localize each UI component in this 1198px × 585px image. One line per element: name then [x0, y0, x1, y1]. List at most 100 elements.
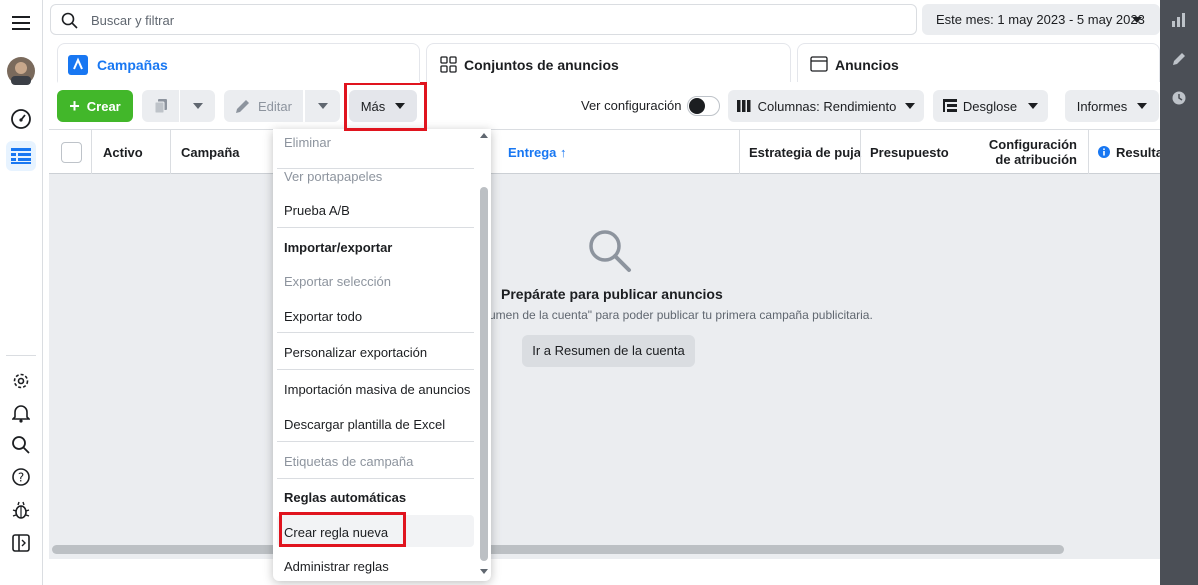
- date-range-picker[interactable]: Este mes: 1 may 2023 - 5 may 2023: [922, 4, 1160, 35]
- tab-campaigns-label: Campañas: [97, 57, 168, 73]
- dashboard-gauge-icon[interactable]: [6, 104, 36, 134]
- go-to-account-summary-button[interactable]: Ir a Resumen de la cuenta: [522, 335, 695, 367]
- toolbar: + Crear Editar Más Ver configuración Col…: [49, 82, 1160, 130]
- clock-icon[interactable]: [1169, 88, 1189, 108]
- columns-button[interactable]: Columnas: Rendimiento: [728, 90, 924, 122]
- view-config-label: Ver configuración: [581, 98, 682, 113]
- menu-item-bulk-import[interactable]: Importación masiva de anuncios: [273, 382, 474, 397]
- menu-divider: [277, 227, 474, 228]
- pencil-icon: [236, 100, 250, 113]
- breakdown-icon: [942, 99, 957, 112]
- right-side-panel: [1160, 0, 1198, 585]
- tab-ad-sets[interactable]: Conjuntos de anuncios: [426, 43, 791, 83]
- horizontal-scrollbar[interactable]: [52, 545, 1064, 554]
- highlight-box-create-rule: [279, 512, 406, 547]
- menu-divider: [277, 478, 474, 479]
- view-config-toggle[interactable]: [687, 96, 720, 116]
- search-filter-bar[interactable]: Buscar y filtrar: [50, 4, 917, 35]
- search-icon[interactable]: [6, 430, 36, 460]
- column-results[interactable]: Resultados: [1116, 130, 1160, 174]
- nav-divider: [6, 355, 36, 356]
- empty-state-title: Prepárate para publicar anuncios: [501, 286, 723, 302]
- chevron-down-icon: [192, 103, 203, 109]
- tab-ads[interactable]: Anuncios: [797, 43, 1160, 83]
- tab-ads-label: Anuncios: [835, 57, 899, 73]
- plus-icon: +: [69, 95, 80, 116]
- menu-divider: [277, 369, 474, 370]
- search-icon: [61, 12, 78, 29]
- create-button-label: Crear: [86, 98, 121, 114]
- column-attribution-line2: de atribución: [995, 152, 1077, 167]
- duplicate-dropdown-button[interactable]: [180, 90, 215, 122]
- edit-dropdown-button[interactable]: [305, 90, 340, 122]
- duplicate-button[interactable]: [142, 90, 179, 122]
- reports-button-label: Informes: [1076, 98, 1128, 114]
- menu-item-export-selection[interactable]: Exportar selección: [273, 274, 474, 289]
- sidebar-toggle-icon[interactable]: [6, 528, 36, 558]
- grid-icon: [440, 56, 457, 73]
- scroll-down-arrow-icon[interactable]: [480, 569, 488, 574]
- chevron-down-icon: [317, 103, 328, 109]
- help-icon[interactable]: ?: [6, 462, 36, 492]
- column-attribution-line1: Configuración: [988, 137, 1077, 152]
- duplicate-icon: [154, 99, 167, 114]
- column-delivery[interactable]: Entrega ↑: [508, 130, 567, 174]
- menu-divider: [277, 332, 474, 333]
- ads-manager-table-icon[interactable]: [6, 141, 36, 171]
- chevron-down-icon: [1132, 17, 1142, 23]
- menu-scrollbar[interactable]: [480, 187, 488, 561]
- svg-text:?: ?: [18, 471, 24, 485]
- column-budget[interactable]: Presupuesto: [870, 130, 949, 174]
- column-divider: [1088, 130, 1089, 174]
- ad-window-icon: [810, 56, 828, 72]
- menu-item-export-all[interactable]: Exportar todo: [273, 309, 474, 324]
- table-header: Activo Campaña Entrega ↑ Estrategia de p…: [49, 130, 1160, 174]
- column-divider: [739, 130, 740, 174]
- menu-item-campaign-tags[interactable]: Etiquetas de campaña: [273, 454, 474, 469]
- table-body: Prepárate para publicar anuncios sumen d…: [49, 174, 1160, 559]
- menu-divider: [277, 441, 474, 442]
- menu-item-ab-test[interactable]: Prueba A/B: [273, 203, 474, 218]
- create-button[interactable]: + Crear: [57, 90, 133, 122]
- tab-campaigns[interactable]: Campañas: [57, 43, 420, 83]
- menu-header-import-export: Importar/exportar: [284, 240, 393, 255]
- highlight-box-more: [344, 82, 427, 131]
- column-campaign[interactable]: Campaña: [181, 130, 240, 174]
- reports-button[interactable]: Informes: [1065, 90, 1159, 122]
- chevron-down-icon: [1028, 103, 1039, 109]
- info-icon[interactable]: [1098, 146, 1110, 158]
- column-attribution[interactable]: Configuración de atribución: [969, 137, 1077, 167]
- menu-item-delete[interactable]: Eliminar: [273, 135, 474, 150]
- avatar[interactable]: [6, 56, 36, 86]
- breakdown-button-label: Desglose: [962, 98, 1018, 114]
- edit-button[interactable]: Editar: [224, 90, 303, 122]
- select-all-checkbox[interactable]: [61, 142, 82, 163]
- bell-icon[interactable]: [6, 398, 36, 428]
- chevron-down-icon: [1137, 103, 1148, 109]
- menu-item-customize-export[interactable]: Personalizar exportación: [273, 345, 474, 360]
- hamburger-menu-icon[interactable]: [6, 8, 36, 38]
- column-active[interactable]: Activo: [103, 130, 143, 174]
- campaign-folder-icon: [68, 55, 88, 75]
- scroll-up-arrow-icon[interactable]: [480, 133, 488, 138]
- gear-icon[interactable]: [6, 366, 36, 396]
- search-icon: [589, 230, 631, 272]
- empty-state-subtitle: sumen de la cuenta" para poder publicar …: [483, 308, 873, 322]
- breakdown-button[interactable]: Desglose: [933, 90, 1048, 122]
- menu-item-view-clipboard[interactable]: Ver portapapeles: [273, 169, 474, 184]
- toggle-knob: [689, 98, 705, 114]
- search-input[interactable]: Buscar y filtrar: [91, 13, 174, 28]
- bar-chart-icon[interactable]: [1169, 10, 1189, 30]
- menu-item-manage-rules[interactable]: Administrar reglas: [273, 559, 474, 574]
- menu-item-download-excel-template[interactable]: Descargar plantilla de Excel: [273, 417, 474, 432]
- chevron-down-icon: [905, 103, 916, 109]
- column-bid-strategy[interactable]: Estrategia de puja: [749, 130, 861, 174]
- column-divider: [860, 130, 861, 174]
- tab-ad-sets-label: Conjuntos de anuncios: [464, 57, 619, 73]
- left-navigation: ?: [0, 0, 43, 585]
- edit-button-label: Editar: [258, 98, 292, 114]
- pencil-icon[interactable]: [1169, 49, 1189, 69]
- columns-icon: [736, 100, 751, 112]
- bug-icon[interactable]: [6, 495, 36, 525]
- date-range-label: Este mes: 1 may 2023 - 5 may 2023: [936, 12, 1145, 27]
